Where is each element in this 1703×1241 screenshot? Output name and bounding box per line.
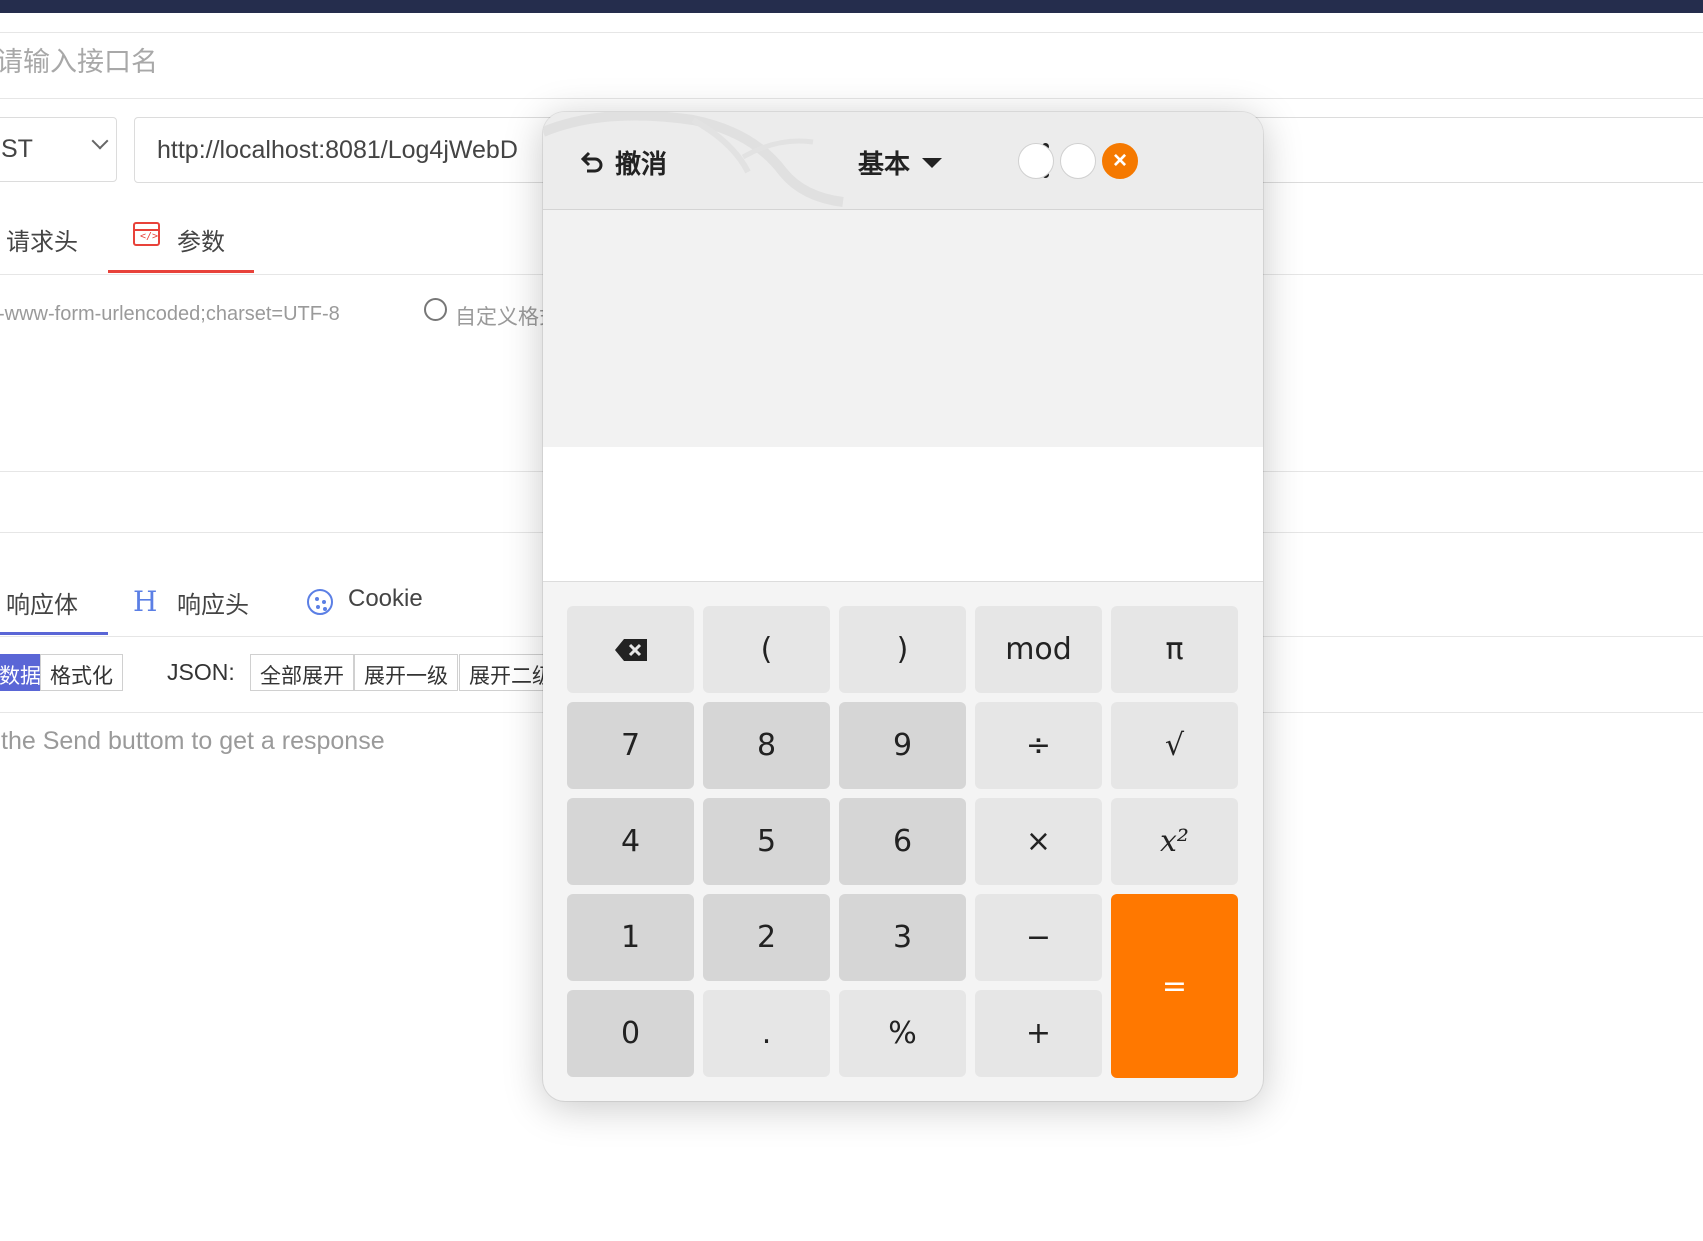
mode-dropdown[interactable]: 基本: [858, 144, 943, 181]
json-label: JSON:: [167, 659, 235, 685]
divider: [0, 98, 1703, 99]
maximize-button[interactable]: [1060, 143, 1096, 179]
key-pi[interactable]: π: [1111, 606, 1238, 693]
key-square[interactable]: x²: [1111, 798, 1238, 885]
key-close-paren[interactable]: ): [839, 606, 966, 693]
chevron-down-icon: [91, 132, 109, 150]
view-formatted-button[interactable]: 格式化: [40, 654, 123, 691]
undo-icon: [580, 151, 603, 172]
expression-display: [543, 210, 1263, 447]
top-bar: [0, 0, 1703, 13]
expand-level-1-button[interactable]: 展开一级: [354, 654, 458, 691]
key-6[interactable]: 6: [839, 798, 966, 885]
tab-request-headers[interactable]: 请求头: [6, 222, 78, 257]
minimize-button[interactable]: [1018, 143, 1054, 179]
view-data-button[interactable]: 数据: [0, 654, 41, 691]
content-type-option[interactable]: -www-form-urlencoded;charset=UTF-8: [0, 303, 340, 326]
key-0[interactable]: 0: [567, 990, 694, 1077]
caret-down-icon: [922, 157, 943, 168]
key-multiply[interactable]: ×: [975, 798, 1102, 885]
calculator-window: 撤消 基本 × ( ) mod π 7 8 9 ÷ √ 4 5 6 × x² 1…: [543, 112, 1263, 1101]
expand-all-button[interactable]: 全部展开: [250, 654, 354, 691]
key-open-paren[interactable]: (: [703, 606, 830, 693]
backspace-icon: [614, 638, 647, 661]
backspace-button[interactable]: [567, 606, 694, 693]
divider: [0, 32, 1703, 33]
method-select[interactable]: ST: [0, 117, 117, 182]
key-equals[interactable]: =: [1111, 894, 1238, 1078]
tab-response-body[interactable]: 响应体: [6, 585, 78, 620]
custom-format-radio[interactable]: [424, 298, 447, 321]
calculator-titlebar[interactable]: 撤消 基本 ×: [543, 112, 1263, 210]
key-sqrt[interactable]: √: [1111, 702, 1238, 789]
key-8[interactable]: 8: [703, 702, 830, 789]
response-hint: the Send buttom to get a response: [1, 727, 385, 755]
key-4[interactable]: 4: [567, 798, 694, 885]
active-tab-indicator: [108, 270, 254, 273]
header-h-icon: H: [133, 585, 158, 618]
close-button[interactable]: ×: [1102, 143, 1138, 179]
key-mod[interactable]: mod: [975, 606, 1102, 693]
method-value: ST: [1, 135, 33, 163]
result-display: [543, 447, 1263, 582]
key-3[interactable]: 3: [839, 894, 966, 981]
key-9[interactable]: 9: [839, 702, 966, 789]
active-tab-indicator: [0, 632, 108, 635]
url-value: http://localhost:8081/Log4jWebD: [157, 136, 518, 164]
key-1[interactable]: 1: [567, 894, 694, 981]
key-subtract[interactable]: −: [975, 894, 1102, 981]
tab-params[interactable]: 参数: [177, 222, 225, 257]
key-7[interactable]: 7: [567, 702, 694, 789]
key-add[interactable]: +: [975, 990, 1102, 1077]
key-5[interactable]: 5: [703, 798, 830, 885]
undo-button[interactable]: 撤消: [579, 144, 667, 181]
tab-cookie[interactable]: Cookie: [348, 585, 423, 613]
cookie-icon: [307, 589, 333, 615]
code-window-icon: </>: [133, 222, 160, 246]
api-name-input[interactable]: 请输入接口名: [0, 40, 158, 79]
key-percent[interactable]: %: [839, 990, 966, 1077]
undo-label: 撤消: [615, 150, 668, 180]
tab-response-headers[interactable]: 响应头: [177, 585, 249, 620]
key-decimal[interactable]: .: [703, 990, 830, 1077]
key-2[interactable]: 2: [703, 894, 830, 981]
mode-label: 基本: [858, 150, 911, 180]
key-divide[interactable]: ÷: [975, 702, 1102, 789]
